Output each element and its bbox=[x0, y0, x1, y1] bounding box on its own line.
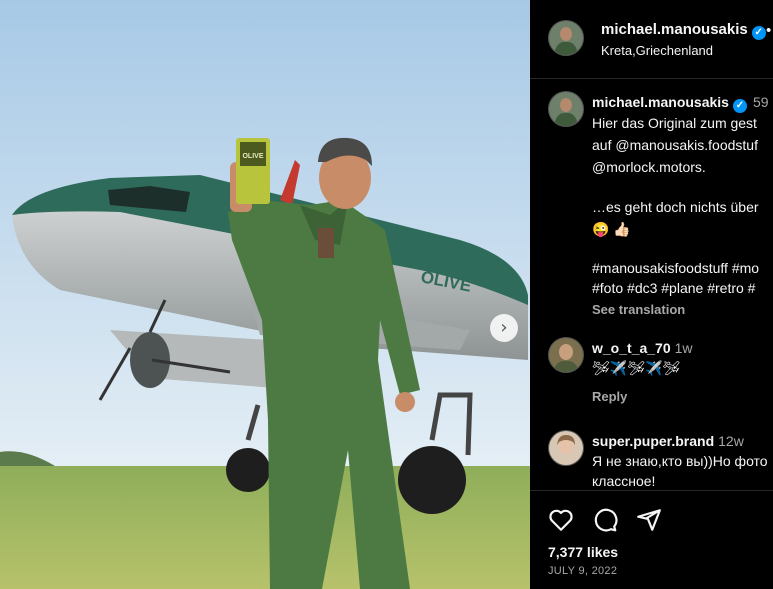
avatar-image bbox=[549, 92, 583, 126]
verified-badge-icon: ✓ bbox=[732, 99, 747, 113]
post-username[interactable]: michael.manousakis ✓ bbox=[601, 21, 766, 40]
caption-line[interactable]: auf @manousakis.foodstuf bbox=[592, 137, 758, 153]
comment-age: 12w bbox=[718, 433, 744, 449]
caption-hashtags[interactable]: #manousakisfoodstuff #mo bbox=[592, 260, 759, 276]
heart-icon[interactable] bbox=[548, 507, 574, 533]
avatar-image bbox=[549, 21, 583, 55]
comment-icon[interactable] bbox=[592, 507, 618, 533]
caption-line: Hier das Original zum gest bbox=[592, 115, 757, 131]
post-header: michael.manousakis ✓ • Kreta,Griechenland bbox=[530, 0, 773, 79]
verified-badge-icon: ✓ bbox=[751, 26, 766, 40]
comment-text: классное! bbox=[592, 473, 656, 489]
next-photo-button[interactable]: › bbox=[490, 314, 518, 342]
avatar-image bbox=[549, 338, 583, 372]
avatar[interactable] bbox=[548, 91, 584, 127]
comment-text: 🛩✈️🛩✈️🛩 bbox=[592, 360, 681, 376]
avatar[interactable] bbox=[548, 430, 584, 466]
more-options-dot[interactable]: • bbox=[766, 22, 771, 39]
post-side-panel: michael.manousakis ✓ • Kreta,Griechenland… bbox=[530, 0, 773, 589]
caption-username[interactable]: michael.manousakis ✓ 59 bbox=[592, 94, 769, 113]
share-icon[interactable] bbox=[636, 507, 662, 533]
caption-line: …es geht doch nichts über bbox=[592, 199, 759, 215]
post-date: JULY 9, 2022 bbox=[548, 565, 618, 577]
olive-oil-can: OLIVE bbox=[236, 138, 270, 204]
caption-hashtags[interactable]: #foto #dc3 #plane #retro # bbox=[592, 280, 755, 296]
avatar[interactable] bbox=[548, 20, 584, 56]
comment-age: 1w bbox=[674, 340, 693, 356]
post-image: OLIVE OLIVE bbox=[0, 0, 530, 589]
avatar-image bbox=[549, 431, 583, 465]
comment-username-text[interactable]: super.puper.brand bbox=[592, 433, 714, 449]
avatar[interactable] bbox=[548, 337, 584, 373]
comment-text: Я не знаю,кто вы))Но фото bbox=[592, 453, 768, 469]
post-username-text[interactable]: michael.manousakis bbox=[601, 21, 748, 38]
can-label: OLIVE bbox=[242, 153, 263, 160]
reply-button[interactable]: Reply bbox=[592, 389, 627, 404]
see-translation-link[interactable]: See translation bbox=[592, 302, 685, 317]
caption-age: 59 bbox=[752, 94, 769, 110]
post-actions: 7,377 likes JULY 9, 2022 bbox=[530, 490, 773, 589]
post-location[interactable]: Kreta,Griechenland bbox=[601, 43, 713, 58]
comment-username-text[interactable]: w_o_t_a_70 bbox=[592, 340, 671, 356]
post-photo[interactable]: OLIVE OLIVE › bbox=[0, 0, 530, 589]
caption-line[interactable]: @morlock.motors. bbox=[592, 159, 706, 175]
comment-username[interactable]: super.puper.brand 12w bbox=[592, 433, 744, 449]
caption-emoji-line: 😜 👍🏻 bbox=[592, 221, 631, 237]
comment-username[interactable]: w_o_t_a_70 1w bbox=[592, 340, 693, 356]
landing-wheel-left bbox=[226, 448, 270, 492]
landing-wheel-right bbox=[398, 446, 466, 514]
likes-count[interactable]: 7,377 likes bbox=[548, 544, 618, 560]
caption-username-text[interactable]: michael.manousakis bbox=[592, 94, 729, 110]
